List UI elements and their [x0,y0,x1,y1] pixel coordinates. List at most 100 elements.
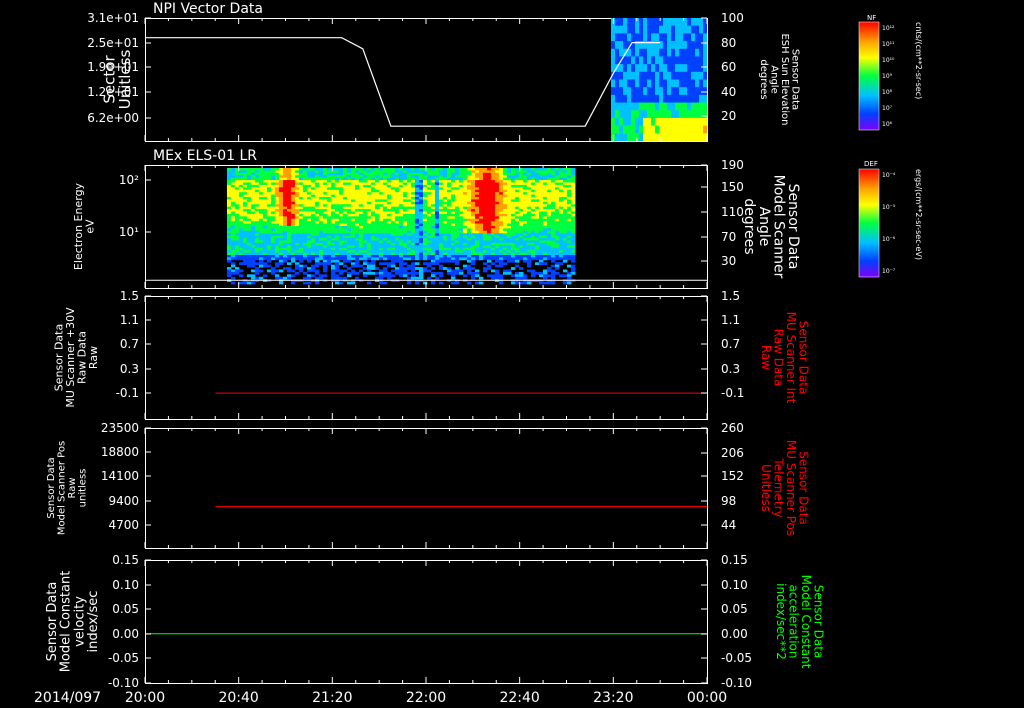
spectrogram-cell [562,233,568,237]
spectrogram-cell [302,180,308,183]
spectrogram-cell [618,25,624,34]
spectrogram-cell [446,247,452,251]
spectrogram-cell [526,252,532,256]
spectrogram-cell [694,41,700,50]
spectrogram-cell [506,252,512,256]
spectrogram-cell [482,221,488,224]
spectrogram-cell [662,102,668,111]
spectrogram-cell [310,235,316,239]
spectrogram-cell [642,79,648,88]
spectrogram-cell [486,189,492,193]
spectrogram-cell [538,218,544,222]
spectrogram-cell [350,242,356,246]
spectrogram-cell [454,189,460,193]
spectrogram-cell [358,247,364,251]
spectrogram-cell [250,172,256,176]
spectrogram-cell [378,192,384,195]
spectrogram-cell [306,276,312,280]
spectrogram-cell [266,187,272,191]
spectrogram-cell [442,250,448,253]
spectrogram-cell [294,216,300,220]
spectrogram-cell [274,223,280,227]
right-y-tick-label: 206 [721,446,744,460]
npi-spectrogram [610,18,707,141]
spectrogram-cell [374,271,380,275]
spectrogram-cell [234,211,240,215]
spectrogram-cell [322,228,328,232]
spectrogram-cell [522,194,528,198]
spectrogram-cell [378,252,384,256]
spectrogram-cell [414,230,420,234]
spectrogram-cell [486,204,492,208]
spectrogram-cell [346,257,352,261]
spectrogram-cell [362,213,368,217]
def-colorbar-label: DEF [864,160,878,168]
spectrogram-cell [358,252,364,256]
spectrogram-cell [534,206,540,210]
spectrogram-cell [514,230,520,234]
spectrogram-cell [558,201,564,205]
spectrogram-cell [290,168,296,171]
spectrogram-cell [334,182,340,186]
spectrogram-cell [534,216,540,220]
spectrogram-cell [450,274,456,278]
spectrogram-cell [306,182,312,186]
spectrogram-cell [334,184,340,188]
spectrogram-cell [406,257,412,261]
spectrogram-cell [502,182,508,186]
spectrogram-cell [286,255,292,258]
spectrogram-cell [306,221,312,224]
spectrogram-cell [242,182,248,186]
spectrogram-cell [402,199,408,203]
spectrogram-cell [494,276,500,280]
spectrogram-cell [410,271,416,275]
spectrogram-cell [334,197,340,200]
spectrogram-cell [526,194,532,198]
spectrogram-cell [386,189,392,193]
spectrogram-cell [398,228,404,232]
spectrogram-cell [378,221,384,224]
spectrogram-cell [390,218,396,222]
spectrogram-cell [466,255,472,258]
spectrogram-cell [446,257,452,261]
spectrogram-cell [450,230,456,234]
spectrogram-cell [266,184,272,188]
spectrogram-cell [526,221,532,224]
spectrogram-cell [530,247,536,251]
spectrogram-cell [294,170,300,174]
spectrogram-cell [310,223,316,227]
spectrogram-cell [294,238,300,241]
spectrogram-cell [430,255,436,258]
spectrogram-cell [450,177,456,181]
spectrogram-cell [410,199,416,203]
spectrogram-cell [514,189,520,193]
spectrogram-cell [562,240,568,244]
spectrogram-cell [554,245,560,249]
spectrogram-cell [466,189,472,193]
spectrogram-cell [250,211,256,215]
spectrogram-cell [294,242,300,246]
spectrogram-cell [538,184,544,188]
spectrogram-cell [394,242,400,246]
spectrogram-cell [546,223,552,227]
spectrogram-cell [398,194,404,198]
left-axis-label: Sensor DataModel Constantvelocityindex/s… [45,571,101,673]
spectrogram-cell [358,245,364,249]
spectrogram-cell [534,209,540,212]
spectrogram-cell [286,216,292,220]
spectrogram-cell [618,79,624,88]
spectrogram-cell [614,110,620,119]
spectrogram-cell [446,216,452,220]
spectrogram-cell [258,264,264,268]
spectrogram-cell [514,192,520,195]
spectrogram-cell [266,206,272,210]
spectrogram-cell [442,240,448,244]
spectrogram-cell [298,226,304,229]
spectrogram-cell [330,213,336,217]
spectrogram-cell [302,194,308,198]
spectrogram-cell [318,252,324,256]
spectrogram-cell [378,276,384,280]
spectrogram-cell [418,213,424,217]
spectrogram-cell [258,221,264,224]
spectrogram-cell [518,192,524,195]
